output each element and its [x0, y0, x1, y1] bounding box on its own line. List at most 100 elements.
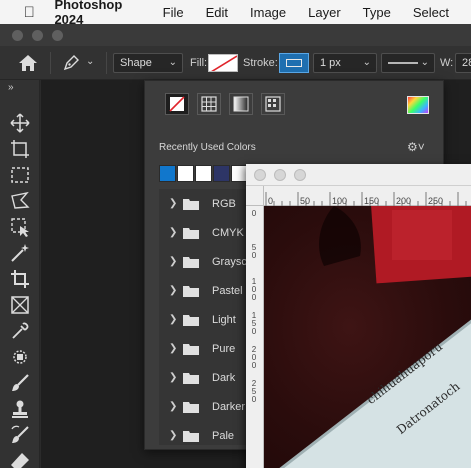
width-label: W:	[440, 57, 454, 69]
swatch-group-name: Dark	[212, 371, 236, 384]
chevron-down-icon[interactable]: ⌄	[86, 56, 94, 67]
shape-mode-value: Shape	[120, 57, 152, 69]
no-color-button[interactable]	[165, 93, 189, 115]
object-select-tool[interactable]	[9, 216, 31, 238]
artboard-tool[interactable]	[9, 138, 31, 160]
home-icon[interactable]	[18, 54, 38, 72]
chevron-down-icon: ⌄	[362, 57, 371, 68]
no-fill-icon	[211, 55, 237, 71]
apple-icon[interactable]: 	[20, 4, 38, 21]
eyedropper-tool[interactable]	[9, 320, 31, 342]
menu-layer[interactable]: Layer	[308, 5, 341, 20]
chevron-right-icon: ❯	[169, 401, 178, 412]
move-icon	[10, 113, 30, 133]
document-zoom-button[interactable]	[294, 169, 306, 181]
recent-swatch[interactable]	[195, 165, 212, 182]
swatch-group-name: Pale	[212, 429, 235, 442]
pattern-button[interactable]	[261, 93, 285, 115]
brush-tool[interactable]	[9, 372, 31, 394]
window-titlebar	[0, 24, 471, 46]
document-close-button[interactable]	[254, 169, 266, 181]
menu-edit[interactable]: Edit	[206, 5, 228, 20]
menu-bar:  Photoshop 2024 File Edit Image Layer T…	[0, 0, 471, 27]
folder-icon	[183, 430, 199, 442]
chevron-right-icon: ❯	[169, 314, 178, 325]
gradient-button[interactable]	[229, 93, 253, 115]
shape-mode-select[interactable]: Shape ⌄	[113, 53, 183, 73]
minimize-window-button[interactable]	[32, 30, 43, 41]
stroke-line-icon	[388, 62, 418, 64]
frame-tool[interactable]	[9, 294, 31, 316]
ruler-label: 200	[251, 345, 257, 370]
app-menu[interactable]: Photoshop 2024	[54, 0, 138, 27]
spot-heal-tool[interactable]	[9, 346, 31, 368]
ruler-label: 100	[332, 196, 348, 206]
frame-icon	[11, 296, 29, 314]
swatch-group-name: Pure	[212, 342, 236, 355]
ruler-label: 0	[251, 209, 257, 218]
close-window-button[interactable]	[12, 30, 23, 41]
chevron-right-icon: ❯	[169, 430, 178, 441]
swatch-group-name: Darker	[212, 400, 246, 413]
chevron-right-icon: ❯	[169, 285, 178, 296]
divider	[50, 52, 51, 74]
document-titlebar[interactable]	[246, 164, 471, 186]
chevron-right-icon: ❯	[169, 343, 178, 354]
history-brush-icon	[11, 425, 29, 443]
document-canvas[interactable]: chihuahuaporu Datronatoch	[264, 206, 471, 468]
ruler-vertical[interactable]: 0 50 100 150 200 250	[246, 206, 264, 468]
brush-icon	[12, 374, 29, 391]
recent-swatch[interactable]	[159, 165, 176, 182]
menu-image[interactable]: Image	[250, 5, 286, 20]
ruler-label: 100	[251, 277, 257, 302]
lasso-tool[interactable]	[9, 190, 31, 212]
grid-swatch-icon	[201, 96, 217, 112]
solid-color-button[interactable]	[197, 93, 221, 115]
fill-label: Fill:	[190, 57, 208, 69]
history-brush-tool[interactable]	[9, 424, 31, 446]
stroke-type-select[interactable]: ⌄	[381, 53, 435, 73]
folder-icon	[183, 343, 199, 355]
divider	[106, 52, 107, 74]
width-value: 28	[462, 57, 471, 69]
eraser-tool[interactable]	[9, 450, 31, 468]
eyedropper-icon	[12, 322, 29, 339]
pattern-icon	[265, 96, 281, 112]
stroke-width-field[interactable]: 1 px ⌄	[313, 53, 377, 73]
marquee-tool[interactable]	[9, 164, 31, 186]
crop-tool[interactable]	[9, 268, 31, 290]
magic-wand-icon	[11, 244, 29, 262]
document-window: 0 50 100 150 200 250 0 50 100 150 200 25…	[246, 164, 471, 468]
pen-tool-icon[interactable]	[62, 54, 80, 72]
menu-select[interactable]: Select	[413, 5, 449, 20]
recent-swatch[interactable]	[213, 165, 230, 182]
move-tool[interactable]	[9, 112, 31, 134]
stroke-preview-icon	[286, 59, 302, 67]
collapse-icon[interactable]: »	[8, 82, 14, 93]
gear-icon[interactable]: ⚙˅	[407, 140, 425, 154]
photo-content	[279, 206, 471, 468]
lasso-icon	[11, 191, 30, 209]
document-minimize-button[interactable]	[274, 169, 286, 181]
marquee-icon	[11, 167, 29, 183]
recent-swatch[interactable]	[177, 165, 194, 182]
stroke-width-value: 1 px	[320, 57, 341, 69]
gradient-icon	[233, 96, 249, 112]
zoom-window-button[interactable]	[52, 30, 63, 41]
ruler-origin[interactable]	[246, 186, 264, 206]
stroke-swatch[interactable]	[279, 53, 309, 73]
chevron-right-icon: ❯	[169, 256, 178, 267]
ruler-label: 150	[251, 311, 257, 336]
stamp-tool[interactable]	[9, 398, 31, 420]
spot-heal-icon	[13, 350, 27, 364]
menu-file[interactable]: File	[163, 5, 184, 20]
width-field[interactable]: 28	[455, 53, 471, 73]
swatch-group-name: Pastel	[212, 284, 243, 297]
magic-wand-tool[interactable]	[9, 242, 31, 264]
menu-type[interactable]: Type	[363, 5, 391, 20]
eraser-icon	[11, 453, 29, 468]
color-picker-button[interactable]	[407, 96, 429, 114]
recent-colors-title: Recently Used Colors	[159, 142, 256, 153]
ruler-horizontal[interactable]: 0 50 100 150 200 250	[264, 186, 471, 206]
fill-swatch[interactable]	[208, 54, 238, 72]
